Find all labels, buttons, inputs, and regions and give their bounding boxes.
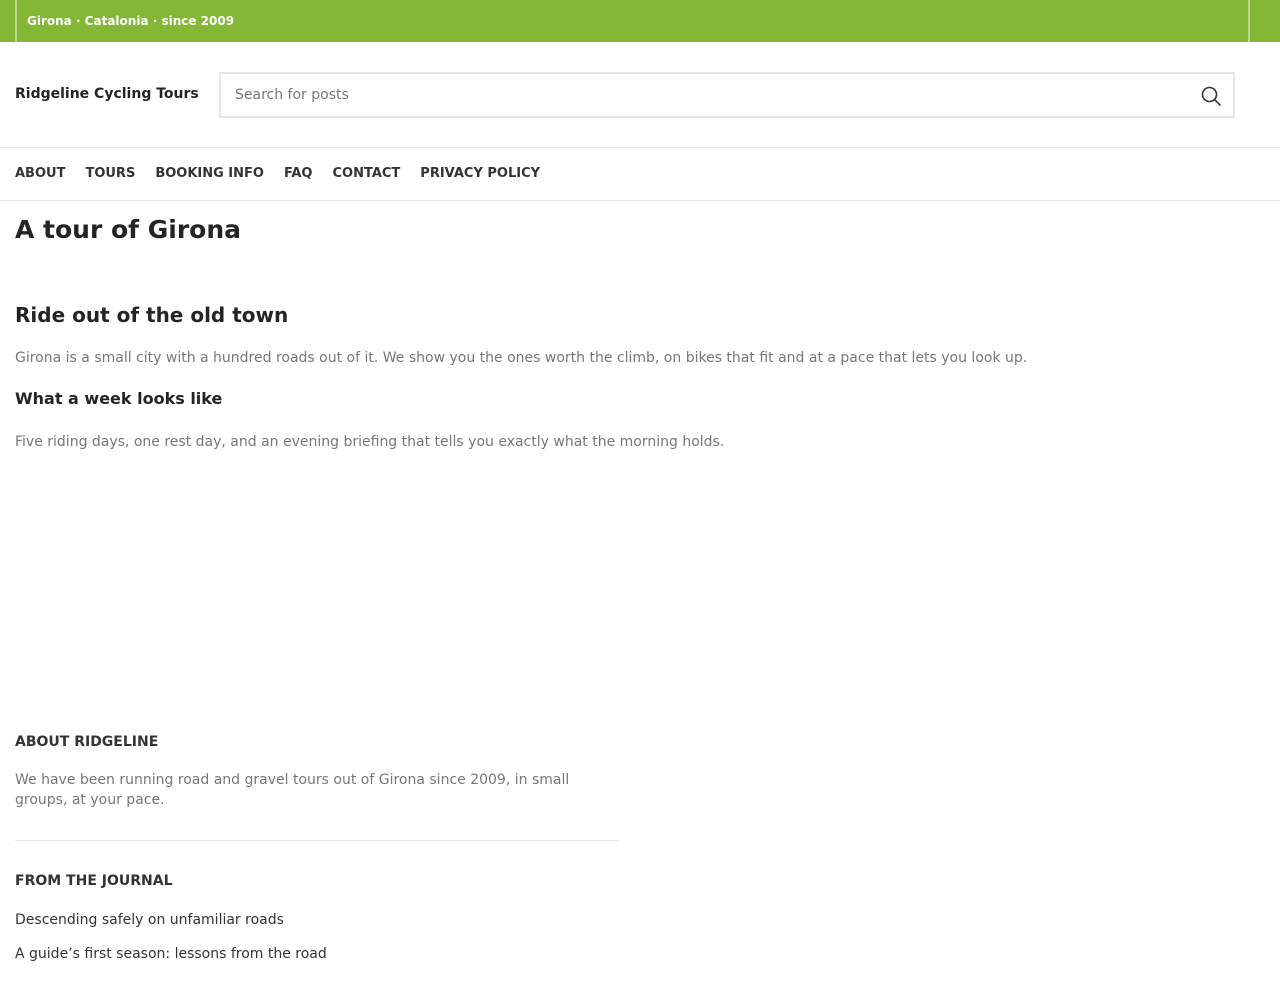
nav-item-contact[interactable]: CONTACT (332, 166, 400, 182)
top-bar-tagline: Girona · Catalonia · since 2009 (27, 14, 235, 28)
nav-divider-bottom (0, 200, 1280, 201)
footer-about-text: We have been running road and gravel tou… (15, 772, 570, 808)
nav-item-about[interactable]: ABOUT (15, 166, 65, 182)
search-form (219, 72, 1235, 118)
nav-item-tours[interactable]: TOURS (85, 166, 135, 182)
section-heading: Ride out of the old town (15, 303, 289, 327)
footer-divider (15, 840, 619, 841)
section-subheading: What a week looks like (15, 389, 223, 408)
footer-journal-title: FROM THE JOURNAL (15, 873, 173, 889)
nav-item-faq[interactable]: FAQ (284, 166, 313, 182)
section-paragraph: Girona is a small city with a hundred ro… (15, 350, 1028, 366)
nav-item-privacy-policy[interactable]: PRIVACY POLICY (420, 166, 540, 182)
top-bar-divider-right (1248, 0, 1250, 42)
page-title: A tour of Girona (15, 215, 242, 244)
journal-link[interactable]: Descending safely on unfamiliar roads (15, 911, 284, 929)
section-paragraph: Five riding days, one rest day, and an e… (15, 434, 725, 450)
footer-about-title: ABOUT RIDGELINE (15, 734, 159, 750)
main-navigation: ABOUT TOURS BOOKING INFO FAQ CONTACT PRI… (15, 166, 560, 182)
nav-divider-top (0, 147, 1280, 148)
search-input[interactable] (235, 74, 1185, 116)
search-icon[interactable] (1199, 84, 1223, 108)
top-bar-divider-left (15, 0, 17, 42)
nav-item-booking-info[interactable]: BOOKING INFO (155, 166, 264, 182)
site-title[interactable]: Ridgeline Cycling Tours (15, 85, 199, 103)
journal-link[interactable]: A guide’s first season: lessons from the… (15, 945, 327, 963)
top-bar: Girona · Catalonia · since 2009 (0, 0, 1280, 42)
